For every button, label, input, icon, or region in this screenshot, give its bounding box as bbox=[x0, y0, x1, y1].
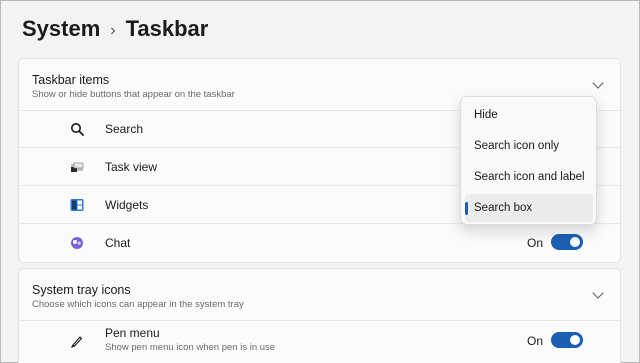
pen-menu-toggle[interactable] bbox=[551, 332, 583, 348]
section-subtitle: Show or hide buttons that appear on the … bbox=[32, 89, 235, 100]
toggle-state-label: On bbox=[527, 236, 544, 250]
search-mode-dropdown: Hide Search icon only Search icon and la… bbox=[460, 96, 597, 225]
page-title: Taskbar bbox=[125, 16, 209, 41]
option-hide[interactable]: Hide bbox=[465, 101, 593, 129]
chevron-down-icon[interactable] bbox=[592, 77, 604, 89]
widgets-icon bbox=[70, 199, 84, 211]
chat-icon bbox=[71, 237, 83, 249]
row-description: Show pen menu icon when pen is in use bbox=[105, 342, 276, 353]
section-subtitle: Choose which icons can appear in the sys… bbox=[32, 299, 244, 310]
row-label: Search bbox=[105, 122, 144, 136]
row-label: Chat bbox=[105, 236, 131, 250]
row-label: Pen menu bbox=[105, 326, 160, 340]
option-search-icon-only[interactable]: Search icon only bbox=[465, 132, 593, 160]
toggle-state-label: On bbox=[527, 334, 544, 348]
section-title: Taskbar items bbox=[32, 73, 110, 87]
option-search-icon-and-label[interactable]: Search icon and label bbox=[465, 163, 593, 191]
section-title: System tray icons bbox=[32, 283, 131, 297]
task-view-icon bbox=[71, 162, 84, 172]
option-search-box[interactable]: Search box bbox=[465, 194, 593, 222]
search-icon bbox=[71, 123, 84, 136]
breadcrumb: System › Taskbar bbox=[22, 16, 208, 42]
taskbar-item-chat: Chat On bbox=[19, 225, 620, 262]
system-tray-icons-section: System tray icons Choose which icons can… bbox=[18, 268, 621, 363]
pen-icon bbox=[70, 336, 83, 348]
chat-toggle[interactable] bbox=[551, 234, 583, 250]
row-label: Task view bbox=[105, 160, 158, 174]
chevron-down-icon[interactable] bbox=[592, 287, 604, 299]
breadcrumb-parent[interactable]: System bbox=[22, 16, 100, 42]
chevron-right-icon: › bbox=[110, 21, 116, 39]
system-tray-header[interactable]: System tray icons Choose which icons can… bbox=[19, 269, 620, 321]
tray-item-pen-menu: Pen menu Show pen menu icon when pen is … bbox=[19, 321, 620, 358]
row-label: Widgets bbox=[105, 198, 149, 212]
